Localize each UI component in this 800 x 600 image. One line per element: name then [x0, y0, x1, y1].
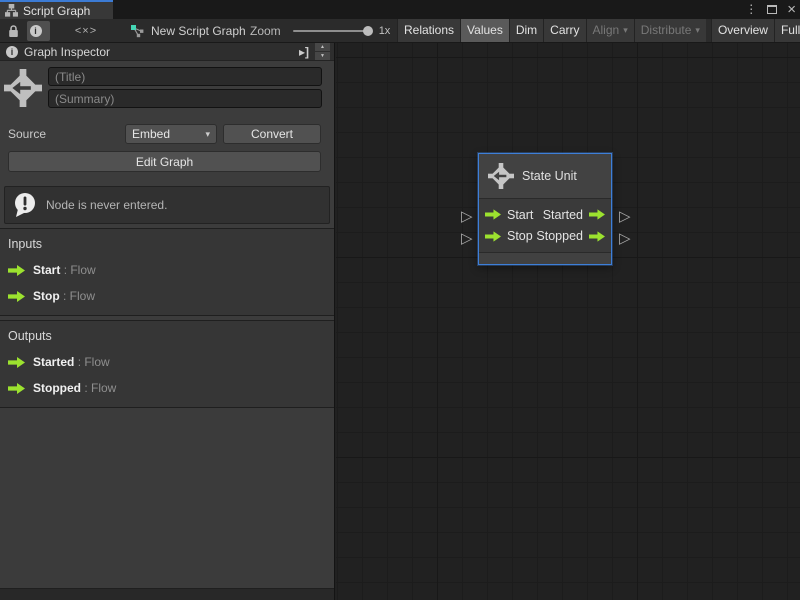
output-port-stopped[interactable]: Stopped: [536, 229, 605, 243]
node-header[interactable]: State Unit: [479, 154, 611, 199]
warning-text: Node is never entered.: [46, 198, 167, 212]
scroll-up-button[interactable]: ▲: [315, 43, 330, 51]
output-port-started[interactable]: Started: [543, 208, 605, 222]
zoom-value: 1x: [379, 25, 391, 37]
tab-bar: Script Graph ⋮ ×: [0, 0, 800, 19]
port-connector-triangle[interactable]: ▷: [619, 209, 631, 224]
align-dropdown: Align ▾: [586, 19, 634, 42]
list-item: Start : Flow: [0, 263, 334, 277]
carry-button[interactable]: Carry: [543, 19, 585, 42]
script-graph-window: Script Graph ⋮ × i <×>: [0, 0, 800, 600]
dim-button[interactable]: Dim: [509, 19, 543, 42]
convert-button[interactable]: Convert: [223, 124, 321, 144]
toolbar-buttons: Relations Values Dim Carry Align ▾ Distr…: [397, 19, 800, 42]
dock-panel-button[interactable]: ▸]: [299, 45, 309, 59]
chevron-down-icon: ▾: [623, 19, 628, 42]
lock-icon: [8, 25, 19, 38]
panel-spinner: ▲ ▼: [315, 43, 330, 60]
flow-arrow-icon: [485, 209, 501, 220]
full-screen-button[interactable]: Full Screen: [774, 19, 800, 42]
graph-tab-icon: [5, 4, 18, 17]
node-footer: [479, 252, 611, 264]
source-row: Source Embed ▾ Convert: [8, 124, 321, 144]
graph-inspector-header: i Graph Inspector ▸] ▲ ▼: [0, 43, 334, 61]
relations-button[interactable]: Relations: [397, 19, 460, 42]
new-graph-label: New Script Graph: [151, 24, 246, 38]
new-graph-icon: [130, 24, 145, 38]
tab-script-graph[interactable]: Script Graph: [0, 0, 113, 19]
title-input[interactable]: [48, 67, 322, 86]
warning-box: Node is never entered.: [4, 186, 330, 224]
flow-arrow-icon: [485, 231, 501, 242]
graph-toolbar: i <×> New Script Graph Zoom 1x Relations…: [0, 19, 800, 43]
summary-input[interactable]: [48, 89, 322, 108]
overview-button[interactable]: Overview: [711, 19, 774, 42]
port-connector-triangle[interactable]: ▷: [619, 231, 631, 246]
zoom-control: Zoom 1x: [250, 19, 390, 42]
code-icon: <×>: [75, 25, 97, 37]
flow-arrow-icon: [8, 357, 25, 368]
flow-arrow-icon: [8, 265, 25, 276]
title-fields: [48, 67, 322, 109]
new-script-graph-button[interactable]: New Script Graph: [130, 19, 246, 42]
inputs-title: Inputs: [0, 237, 334, 251]
code-preview-button[interactable]: <×>: [64, 21, 108, 41]
input-port-start[interactable]: Start: [485, 208, 533, 222]
info-icon: i: [30, 25, 42, 37]
flow-arrow-icon: [8, 383, 25, 394]
port-connector-triangle[interactable]: ▷: [461, 209, 473, 224]
source-label: Source: [8, 127, 125, 141]
state-unit-icon: [4, 67, 42, 109]
list-item: Stop : Flow: [0, 289, 334, 303]
scroll-down-button[interactable]: ▼: [315, 52, 330, 60]
flow-arrow-icon: [589, 209, 605, 220]
node-title: State Unit: [522, 169, 577, 183]
tab-label: Script Graph: [23, 4, 90, 18]
state-unit-icon: [488, 163, 514, 189]
list-item: Stopped : Flow: [0, 381, 334, 395]
zoom-slider[interactable]: [293, 30, 371, 32]
port-row: Start Started: [485, 205, 605, 225]
info-icon: i: [6, 46, 18, 58]
node-body: Start Started Stop Stopp: [479, 199, 611, 252]
close-icon[interactable]: ×: [787, 1, 796, 18]
panel-footer-strip: [0, 588, 334, 600]
source-select[interactable]: Embed ▾: [125, 124, 217, 144]
info-toggle-button[interactable]: i: [27, 21, 50, 41]
lock-button[interactable]: [3, 21, 24, 41]
zoom-slider-handle[interactable]: [363, 26, 373, 36]
graph-title-section: [0, 61, 334, 115]
warning-icon: [13, 192, 37, 218]
chevron-down-icon: ▾: [205, 129, 210, 140]
flow-arrow-icon: [589, 231, 605, 242]
input-port-stop[interactable]: Stop: [485, 229, 533, 243]
zoom-label: Zoom: [250, 24, 281, 38]
port-row: Stop Stopped: [485, 226, 605, 246]
edit-graph-button[interactable]: Edit Graph: [8, 151, 321, 172]
inputs-section: Inputs Start : Flow Stop : Flow: [0, 228, 334, 316]
chevron-down-icon: ▾: [695, 19, 700, 42]
window-controls: ⋮ ×: [745, 0, 796, 19]
source-value: Embed: [132, 127, 170, 141]
inspector-empty-area: [0, 408, 334, 588]
flow-arrow-icon: [8, 291, 25, 302]
graph-canvas[interactable]: ▷ ▷ ▷ ▷ State: [336, 43, 800, 600]
outputs-title: Outputs: [0, 329, 334, 343]
outputs-section: Outputs Started : Flow Stopped : Flow: [0, 320, 334, 408]
values-button[interactable]: Values: [460, 19, 509, 42]
distribute-dropdown: Distribute ▾: [634, 19, 706, 42]
state-unit-node[interactable]: State Unit Start Started: [478, 153, 612, 265]
inspector-title: Graph Inspector: [24, 45, 299, 59]
maximize-icon[interactable]: [767, 5, 777, 14]
graph-inspector-panel: i Graph Inspector ▸] ▲ ▼: [0, 43, 335, 600]
kebab-menu-icon[interactable]: ⋮: [745, 0, 757, 19]
port-connector-triangle[interactable]: ▷: [461, 231, 473, 246]
list-item: Started : Flow: [0, 355, 334, 369]
